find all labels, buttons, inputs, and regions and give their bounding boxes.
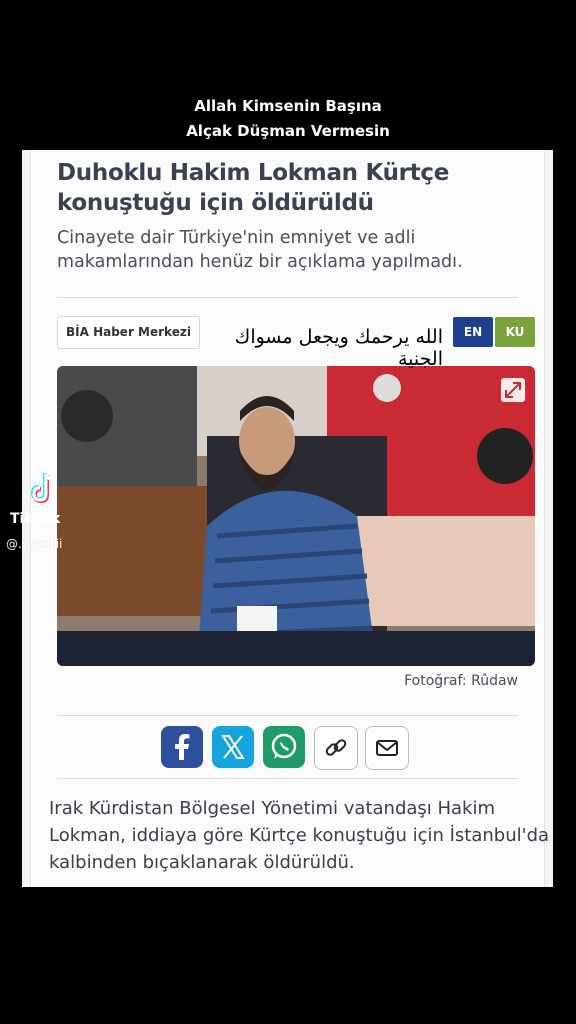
- lang-en-button[interactable]: EN: [453, 317, 493, 347]
- caption-line-2: Alçak Düşman Vermesin: [186, 122, 390, 140]
- copy-link-button[interactable]: [314, 726, 358, 770]
- article-screenshot: Duhoklu Hakim Lokman Kürtçe konuştuğu iç…: [22, 150, 553, 887]
- divider: [57, 715, 518, 716]
- facebook-share-button[interactable]: [161, 726, 203, 768]
- expand-icon[interactable]: [501, 378, 525, 402]
- email-share-button[interactable]: [365, 726, 409, 770]
- source-badge[interactable]: BİA Haber Merkezi: [57, 316, 200, 349]
- mail-icon: [376, 740, 398, 756]
- divider: [57, 297, 518, 298]
- facebook-icon: [175, 734, 190, 760]
- tiktok-logo-text: TikTok: [10, 511, 61, 527]
- photo-credit: Fotoğraf: Rûdaw: [404, 673, 518, 689]
- whatsapp-share-button[interactable]: [263, 726, 305, 768]
- x-share-button[interactable]: [212, 726, 254, 768]
- whatsapp-icon: [271, 733, 297, 759]
- tiktok-username: @...atchii: [6, 537, 63, 551]
- article-body: Duhoklu Hakim Lokman Kürtçe konuştuğu iç…: [30, 150, 549, 887]
- caption-line-1: Allah Kimsenin Başına: [194, 97, 382, 115]
- x-icon: [221, 735, 245, 759]
- video-caption: Allah Kimsenin Başına Alçak Düşman Verme…: [0, 94, 576, 144]
- link-icon: [325, 739, 347, 756]
- overlay-arabic-text: الله يرحمك ويجعل مسواك الجنية: [234, 326, 443, 370]
- article-photo[interactable]: [57, 366, 535, 666]
- article-lead-paragraph: Irak Kürdistan Bölgesel Yönetimi vatanda…: [49, 798, 550, 873]
- lang-ku-button[interactable]: KU: [495, 317, 535, 347]
- article-subhead: Cinayete dair Türkiye'nin emniyet ve adl…: [57, 228, 463, 272]
- tiktok-icon: [30, 473, 55, 504]
- article-headline[interactable]: Duhoklu Hakim Lokman Kürtçe konuştuğu iç…: [57, 158, 537, 218]
- divider: [57, 778, 518, 779]
